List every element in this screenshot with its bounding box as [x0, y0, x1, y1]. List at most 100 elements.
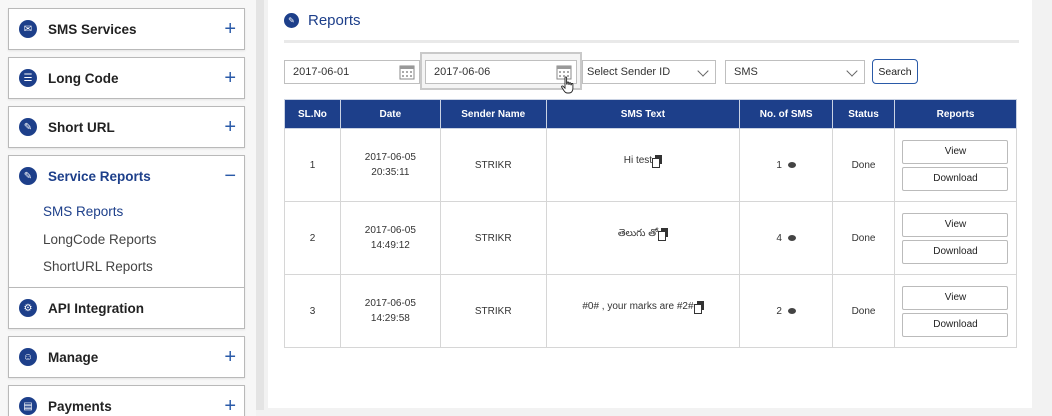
manage-icon: ☺ — [19, 348, 37, 366]
chevron-down-icon — [697, 65, 709, 77]
table-row: 2 2017-06-05 14:49:12 STRIKR తెలుగు తో 4 … — [284, 201, 1018, 275]
from-date-field[interactable]: 2017-06-01 — [284, 60, 420, 84]
column-header: Status — [832, 99, 895, 129]
menu-payments[interactable]: ▤ Payments + — [8, 385, 245, 416]
menu-long-code[interactable]: ☰ Long Code + — [8, 57, 245, 99]
sidebar: ✉ SMS Services + ☰ Long Code + ✎ Short U… — [0, 0, 256, 416]
menu-long-code-header[interactable]: ☰ Long Code + — [9, 58, 244, 98]
menu-service-reports[interactable]: ✎ Service Reports − SMS Reports LongCode… — [8, 155, 245, 288]
download-button[interactable]: Download — [902, 312, 1009, 337]
page-title: Reports — [308, 12, 361, 29]
menu-label: API Integration — [48, 300, 145, 316]
table-header-row: SL.No Date Sender Name SMS Text No. of S… — [284, 99, 1018, 129]
chevron-down-icon — [846, 65, 858, 77]
api-icon: ⚙ — [19, 299, 37, 317]
menu-label: SMS Services — [48, 21, 137, 37]
menu-sms-services[interactable]: ✉ SMS Services + — [8, 8, 245, 50]
view-button[interactable]: View — [902, 139, 1009, 164]
sl-no-cell: 1 — [284, 128, 341, 202]
menu-service-reports-header[interactable]: ✎ Service Reports − — [9, 156, 244, 196]
calendar-icon[interactable] — [399, 64, 415, 80]
header-divider — [284, 40, 1019, 43]
column-header: Reports — [893, 99, 1018, 129]
reports-table: SL.No Date Sender Name SMS Text No. of S… — [284, 99, 1018, 348]
sender-id-value: Select Sender ID — [587, 66, 671, 78]
expand-icon[interactable]: + — [224, 396, 236, 416]
chat-icon: ☰ — [19, 69, 37, 87]
sl-no-cell: 3 — [284, 274, 341, 348]
menu-api-integration[interactable]: ⚙ API Integration — [8, 287, 245, 329]
chat-bubble-icon: ✉ — [19, 20, 37, 38]
view-button[interactable]: View — [902, 212, 1009, 237]
main-panel: ✎ Reports 2017-06-01 2017-06-06 Select S… — [268, 0, 1032, 408]
eye-icon[interactable] — [787, 307, 796, 314]
status-cell: Done — [832, 128, 895, 202]
column-header: Sender Name — [439, 99, 547, 129]
menu-manage[interactable]: ☺ Manage + — [8, 336, 245, 378]
table-row: 1 2017-06-05 20:35:11 STRIKR Hi test 1 Do… — [284, 128, 1018, 202]
column-header: SMS Text — [545, 99, 741, 129]
menu-label: Short URL — [48, 119, 115, 135]
to-date-value: 2017-06-06 — [434, 66, 491, 78]
page-header: ✎ Reports — [284, 12, 361, 29]
sender-name-cell: STRIKR — [439, 274, 547, 348]
sms-count-cell: 4 — [739, 201, 834, 275]
sms-count-cell: 2 — [739, 274, 834, 348]
sender-name-cell: STRIKR — [439, 201, 547, 275]
menu-api-integration-header[interactable]: ⚙ API Integration — [9, 288, 244, 328]
expand-icon[interactable]: + — [224, 347, 236, 367]
reports-cell: View Download — [893, 128, 1018, 202]
menu-sms-services-header[interactable]: ✉ SMS Services + — [9, 9, 244, 49]
sms-text-cell: తెలుగు తో — [545, 201, 741, 275]
date-cell: 2017-06-05 14:49:12 — [339, 201, 441, 275]
menu-label: Manage — [48, 349, 99, 365]
column-header: Date — [339, 99, 441, 129]
menu-short-url-header[interactable]: ✎ Short URL + — [9, 107, 244, 147]
column-header: SL.No — [284, 99, 341, 129]
menu-manage-header[interactable]: ☺ Manage + — [9, 337, 244, 377]
sidebar-item-shorturl-reports[interactable]: ShortURL Reports — [43, 253, 244, 281]
to-date-field[interactable]: 2017-06-06 — [425, 60, 577, 84]
sender-id-select[interactable]: Select Sender ID — [582, 60, 716, 84]
copy-icon[interactable] — [652, 155, 663, 168]
service-reports-submenu: SMS Reports LongCode Reports ShortURL Re… — [9, 196, 244, 287]
sms-count-cell: 1 — [739, 128, 834, 202]
eye-icon[interactable] — [787, 161, 796, 168]
expand-icon[interactable]: + — [224, 19, 236, 39]
sms-text-value: తెలుగు తో — [617, 228, 659, 239]
sms-text-value: #0# , your marks are #2# — [582, 301, 694, 312]
sl-no-cell: 2 — [284, 201, 341, 275]
sms-count-value: 1 — [776, 159, 782, 171]
expand-icon[interactable]: + — [224, 117, 236, 137]
table-row: 3 2017-06-05 14:29:58 STRIKR #0# , your m… — [284, 274, 1018, 348]
menu-payments-header[interactable]: ▤ Payments + — [9, 386, 244, 416]
copy-icon[interactable] — [658, 228, 669, 241]
download-button[interactable]: Download — [902, 239, 1009, 264]
search-button[interactable]: Search — [872, 59, 918, 84]
time-value: 14:49:12 — [370, 240, 410, 251]
download-button[interactable]: Download — [902, 166, 1009, 191]
status-cell: Done — [832, 201, 895, 275]
sms-count-value: 2 — [776, 305, 782, 317]
collapse-icon[interactable]: − — [224, 166, 236, 186]
from-date-value: 2017-06-01 — [293, 66, 350, 78]
reports-icon: ✎ — [284, 13, 299, 28]
sidebar-divider — [256, 0, 264, 410]
view-button[interactable]: View — [902, 285, 1009, 310]
date-cell: 2017-06-05 14:29:58 — [339, 274, 441, 348]
menu-label: Service Reports — [48, 168, 151, 184]
sms-text-cell: #0# , your marks are #2# — [545, 274, 741, 348]
link-icon: ✎ — [19, 118, 37, 136]
copy-icon[interactable] — [693, 301, 704, 314]
menu-short-url[interactable]: ✎ Short URL + — [8, 106, 245, 148]
date-value: 2017-06-05 — [364, 298, 416, 309]
sidebar-item-longcode-reports[interactable]: LongCode Reports — [43, 226, 244, 254]
time-value: 20:35:11 — [371, 167, 410, 178]
expand-icon[interactable]: + — [224, 68, 236, 88]
sms-text-value: Hi test — [623, 155, 653, 166]
sms-text-cell: Hi test — [545, 128, 741, 202]
sidebar-item-sms-reports[interactable]: SMS Reports — [43, 198, 244, 226]
eye-icon[interactable] — [787, 234, 796, 241]
message-type-select[interactable]: SMS — [725, 60, 865, 84]
payments-icon: ▤ — [19, 397, 37, 415]
